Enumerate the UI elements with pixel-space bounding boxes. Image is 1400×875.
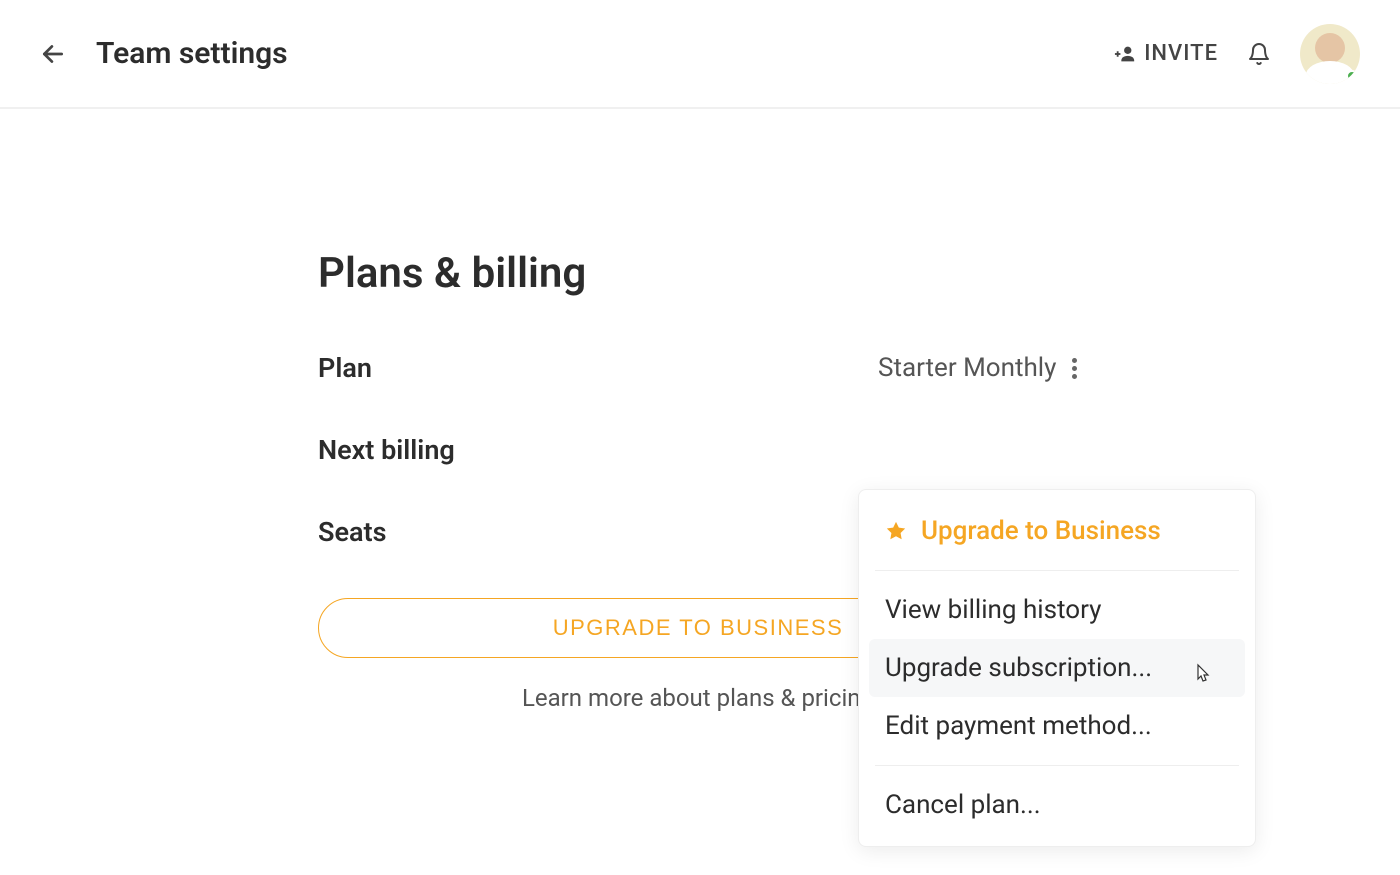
next-billing-row: Next billing — [318, 434, 1400, 466]
next-billing-label: Next billing — [318, 434, 878, 466]
plan-value: Starter Monthly — [878, 353, 1056, 383]
dropdown-upgrade-business[interactable]: Upgrade to Business — [859, 502, 1255, 560]
app-header: Team settings INVITE — [0, 0, 1400, 109]
seats-label: Seats — [318, 516, 878, 548]
dropdown-featured-label: Upgrade to Business — [921, 516, 1161, 546]
plan-dropdown-menu: Upgrade to Business View billing history… — [858, 489, 1256, 847]
star-icon — [885, 520, 907, 542]
header-left: Team settings — [40, 36, 288, 71]
header-right: INVITE — [1114, 24, 1360, 84]
arrow-left-icon — [40, 41, 66, 67]
invite-button[interactable]: INVITE — [1114, 41, 1218, 66]
dropdown-billing-history[interactable]: View billing history — [859, 581, 1255, 639]
invite-label: INVITE — [1144, 41, 1218, 66]
bell-icon — [1247, 42, 1271, 66]
dropdown-divider — [875, 765, 1239, 766]
dropdown-cancel-plan[interactable]: Cancel plan... — [859, 776, 1255, 834]
avatar-face — [1315, 33, 1345, 63]
dropdown-upgrade-subscription[interactable]: Upgrade subscription... — [869, 639, 1245, 697]
person-add-icon — [1114, 43, 1136, 65]
page-title: Team settings — [96, 36, 288, 71]
notifications-button[interactable] — [1246, 41, 1272, 67]
dropdown-divider — [875, 570, 1239, 571]
plan-value-container: Starter Monthly — [878, 353, 1081, 383]
dropdown-edit-payment[interactable]: Edit payment method... — [859, 697, 1255, 755]
plan-more-button[interactable] — [1068, 354, 1081, 383]
content-area: Plans & billing Plan Starter Monthly Nex… — [0, 109, 1400, 712]
section-title: Plans & billing — [318, 249, 1400, 298]
online-status-indicator — [1346, 70, 1358, 82]
plan-label: Plan — [318, 352, 878, 384]
back-button[interactable] — [40, 41, 66, 67]
avatar[interactable] — [1300, 24, 1360, 84]
plan-row: Plan Starter Monthly — [318, 352, 1400, 384]
